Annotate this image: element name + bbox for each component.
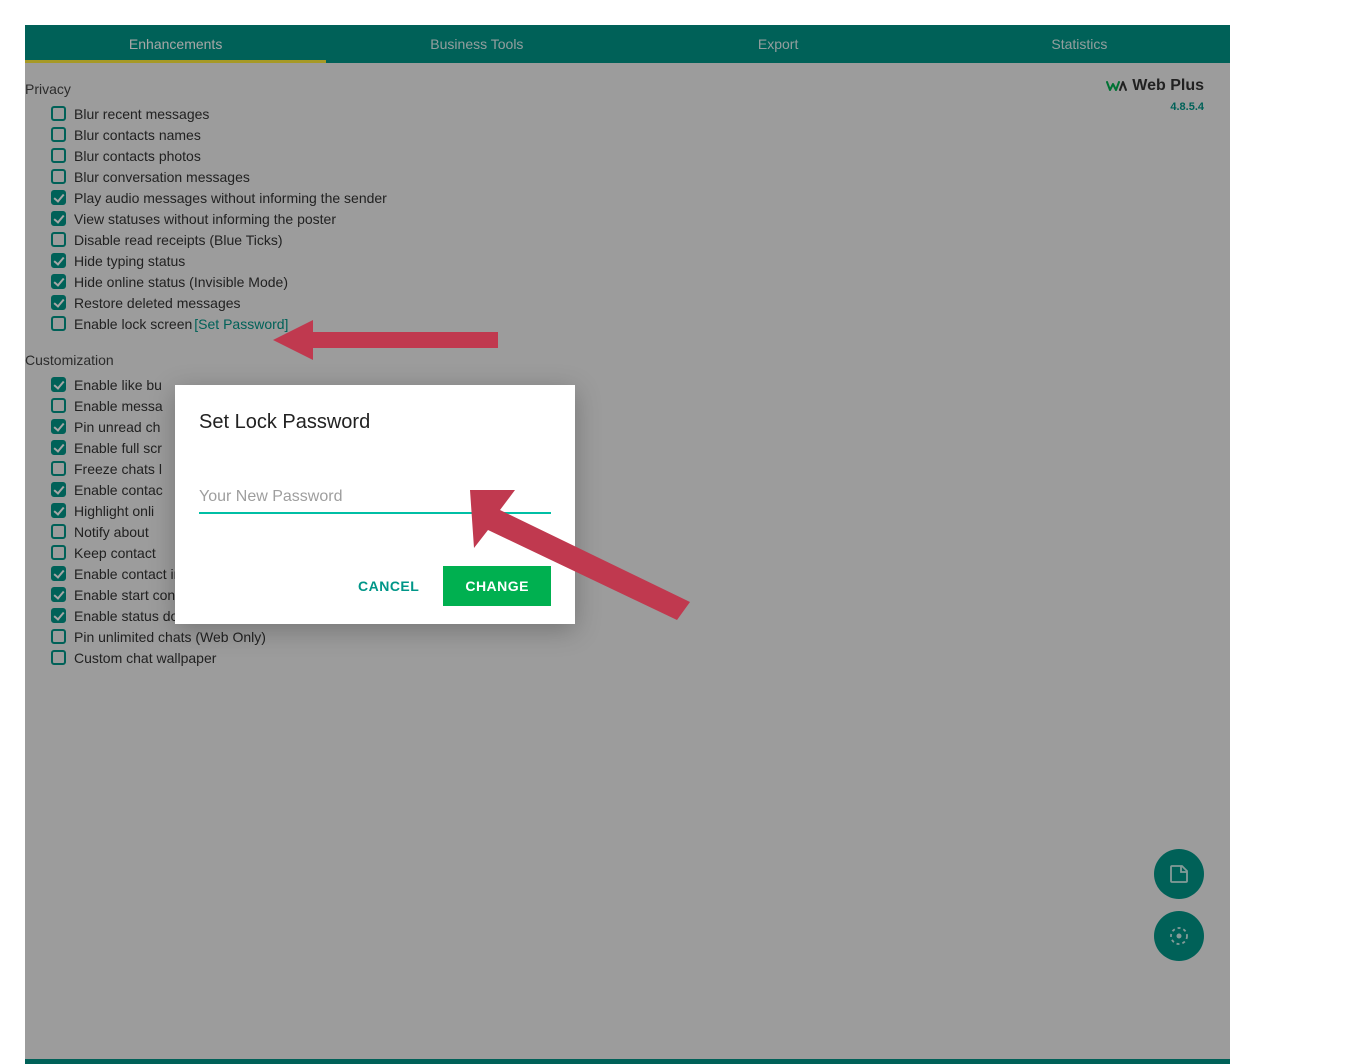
set-password-link[interactable]: [Set Password] xyxy=(194,316,288,332)
option-label: Play audio messages without informing th… xyxy=(74,190,387,206)
checkbox-icon[interactable] xyxy=(51,419,66,434)
checkbox-icon[interactable] xyxy=(51,503,66,518)
checkbox-icon[interactable] xyxy=(51,190,66,205)
opt-enable-lock[interactable]: Enable lock screen [Set Password] xyxy=(51,313,1230,334)
set-lock-password-modal: Set Lock Password CANCEL CHANGE xyxy=(175,385,575,624)
opt-view-status-silent[interactable]: View statuses without informing the post… xyxy=(51,208,1230,229)
option-label: Keep contact xyxy=(74,545,156,561)
option-label: Hide online status (Invisible Mode) xyxy=(74,274,288,290)
checkbox-icon[interactable] xyxy=(51,211,66,226)
opt-blur-conv[interactable]: Blur conversation messages xyxy=(51,166,1230,187)
option-label: Enable lock screen xyxy=(74,316,192,332)
section-title-customization: Customization xyxy=(25,334,1230,374)
option-label: Pin unread ch xyxy=(74,419,160,435)
opt-restore-deleted[interactable]: Restore deleted messages xyxy=(51,292,1230,313)
checkbox-icon[interactable] xyxy=(51,461,66,476)
checkbox-icon[interactable] xyxy=(51,295,66,310)
opt-pin-unlimited[interactable]: Pin unlimited chats (Web Only) xyxy=(51,626,1230,647)
option-label: Enable full scr xyxy=(74,440,162,456)
bottom-bar: izon Carlos · +557598131991 English Shar… xyxy=(25,1059,1230,1064)
option-label: Disable read receipts (Blue Ticks) xyxy=(74,232,283,248)
opt-blur-recent[interactable]: Blur recent messages xyxy=(51,103,1230,124)
option-label: Highlight onli xyxy=(74,503,154,519)
cancel-button[interactable]: CANCEL xyxy=(352,568,425,604)
checkbox-icon[interactable] xyxy=(51,587,66,602)
option-label: View statuses without informing the post… xyxy=(74,211,336,227)
option-label: Enable contac xyxy=(74,482,163,498)
checkbox-icon[interactable] xyxy=(51,398,66,413)
checkbox-icon[interactable] xyxy=(51,169,66,184)
privacy-options: Blur recent messages Blur contacts names… xyxy=(25,103,1230,334)
target-icon xyxy=(1167,924,1191,948)
checkbox-icon[interactable] xyxy=(51,650,66,665)
checkbox-icon[interactable] xyxy=(51,316,66,331)
checkbox-icon[interactable] xyxy=(51,106,66,121)
section-title-privacy: Privacy xyxy=(25,63,1230,103)
modal-title: Set Lock Password xyxy=(199,411,551,434)
checkbox-icon[interactable] xyxy=(51,377,66,392)
sticker-icon xyxy=(1167,862,1191,886)
checkbox-icon[interactable] xyxy=(51,566,66,581)
checkbox-icon[interactable] xyxy=(51,232,66,247)
opt-blur-photos[interactable]: Blur contacts photos xyxy=(51,145,1230,166)
fab-target[interactable] xyxy=(1154,911,1204,961)
checkbox-icon[interactable] xyxy=(51,440,66,455)
opt-play-audio-silent[interactable]: Play audio messages without informing th… xyxy=(51,187,1230,208)
brand-block: Web Plus 4.8.5.4 xyxy=(1106,77,1204,113)
tab-enhancements[interactable]: Enhancements xyxy=(25,25,326,63)
option-label: Pin unlimited chats (Web Only) xyxy=(74,629,266,645)
checkbox-icon[interactable] xyxy=(51,253,66,268)
new-password-input[interactable] xyxy=(199,482,551,514)
fab-sticker[interactable] xyxy=(1154,849,1204,899)
checkbox-icon[interactable] xyxy=(51,608,66,623)
option-label: Blur recent messages xyxy=(74,106,209,122)
option-label: Blur conversation messages xyxy=(74,169,250,185)
option-label: Custom chat wallpaper xyxy=(74,650,216,666)
opt-blur-names[interactable]: Blur contacts names xyxy=(51,124,1230,145)
checkbox-icon[interactable] xyxy=(51,274,66,289)
checkbox-icon[interactable] xyxy=(51,629,66,644)
option-label: Enable messa xyxy=(74,398,163,414)
opt-custom-wallpaper[interactable]: Custom chat wallpaper xyxy=(51,647,1230,668)
option-label: Blur contacts photos xyxy=(74,148,201,164)
opt-hide-typing[interactable]: Hide typing status xyxy=(51,250,1230,271)
option-label: Blur contacts names xyxy=(74,127,201,143)
brand-name: Web Plus xyxy=(1132,77,1204,95)
checkbox-icon[interactable] xyxy=(51,482,66,497)
wa-logo-icon xyxy=(1106,78,1128,94)
option-label: Notify about xyxy=(74,524,149,540)
option-label: Hide typing status xyxy=(74,253,185,269)
brand-version: 4.8.5.4 xyxy=(1106,101,1204,113)
change-button[interactable]: CHANGE xyxy=(443,566,551,606)
checkbox-icon[interactable] xyxy=(51,545,66,560)
checkbox-icon[interactable] xyxy=(51,127,66,142)
option-label: Enable like bu xyxy=(74,377,162,393)
option-label: Restore deleted messages xyxy=(74,295,241,311)
option-label: Freeze chats l xyxy=(74,461,162,477)
opt-disable-read-receipts[interactable]: Disable read receipts (Blue Ticks) xyxy=(51,229,1230,250)
checkbox-icon[interactable] xyxy=(51,524,66,539)
top-tabs: Enhancements Business Tools Export Stati… xyxy=(25,25,1230,63)
opt-hide-online[interactable]: Hide online status (Invisible Mode) xyxy=(51,271,1230,292)
checkbox-icon[interactable] xyxy=(51,148,66,163)
tab-export[interactable]: Export xyxy=(628,25,929,63)
tab-statistics[interactable]: Statistics xyxy=(929,25,1230,63)
tab-business-tools[interactable]: Business Tools xyxy=(326,25,627,63)
